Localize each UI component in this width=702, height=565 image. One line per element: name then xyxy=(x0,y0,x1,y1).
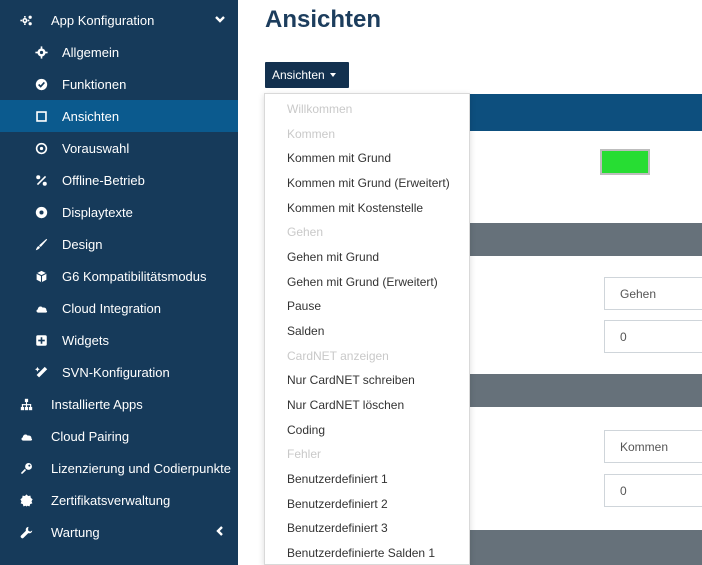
sidebar-item-vorauswahl[interactable]: Vorauswahl xyxy=(0,132,238,164)
menu-item-nur-cardnet-schreiben[interactable]: Nur CardNET schreiben xyxy=(287,373,415,387)
chat-circle-icon xyxy=(33,204,49,220)
sidebar-item-funktionen[interactable]: Funktionen xyxy=(0,68,238,100)
section-bar xyxy=(469,374,702,407)
menu-item-benutzerdefiniert-3[interactable]: Benutzerdefiniert 3 xyxy=(287,521,388,535)
sidebar: App Konfiguration Allgemein Funktionen A… xyxy=(0,0,238,565)
sidebar-item-label: Installierte Apps xyxy=(51,396,143,412)
section-bar xyxy=(469,530,702,565)
menu-item-gehen-mit-grund-erweitert[interactable]: Gehen mit Grund (Erweitert) xyxy=(287,275,438,289)
sidebar-item-label: Ansichten xyxy=(62,108,120,124)
field-value: 0 xyxy=(620,483,627,498)
square-outline-icon xyxy=(33,108,49,124)
sidebar-item-offline-betrieb[interactable]: Offline-Betrieb xyxy=(0,164,238,196)
sidebar-item-cloud-pairing[interactable]: Cloud Pairing xyxy=(0,420,238,452)
cogs-icon xyxy=(18,12,34,28)
sidebar-item-label: Funktionen xyxy=(62,76,127,92)
field-value: Kommen xyxy=(620,439,669,454)
menu-item-gehen: Gehen xyxy=(287,225,324,239)
field-value: 0 xyxy=(620,329,627,344)
page-title: Ansichten xyxy=(265,6,382,33)
gear-icon xyxy=(33,44,49,60)
color-swatch[interactable] xyxy=(600,149,650,175)
menu-item-kommen-mit-grund-erweitert[interactable]: Kommen mit Grund (Erweitert) xyxy=(287,176,450,190)
views-dropdown-menu: Willkommen Kommen Kommen mit Grund Komme… xyxy=(264,93,470,565)
sidebar-item-cloud-integration[interactable]: Cloud Integration xyxy=(0,292,238,324)
key-icon xyxy=(18,460,34,476)
section-bar xyxy=(469,223,702,256)
menu-item-pause[interactable]: Pause xyxy=(287,299,321,313)
sidebar-item-label: Cloud Integration xyxy=(62,300,162,316)
sidebar-item-displaytexte[interactable]: Displaytexte xyxy=(0,196,238,228)
sidebar-item-label: Design xyxy=(62,236,103,252)
wrench-icon xyxy=(18,524,34,540)
cloud-icon xyxy=(33,300,49,316)
sidebar-item-label: Zertifikatsverwaltung xyxy=(51,492,171,508)
sidebar-item-ansichten[interactable]: Ansichten xyxy=(0,100,238,132)
sidebar-item-installierte-apps[interactable]: Installierte Apps xyxy=(0,388,238,420)
menu-item-kommen: Kommen xyxy=(287,127,336,141)
sidebar-item-label: Cloud Pairing xyxy=(51,428,130,444)
main-content: Ansichten Ansichten Gehen 0 Kommen 0 Wil… xyxy=(238,0,702,565)
menu-item-nur-cardnet-loeschen[interactable]: Nur CardNET löschen xyxy=(287,398,404,412)
sidebar-item-label: Offline-Betrieb xyxy=(62,172,145,188)
brush-icon xyxy=(33,236,49,252)
menu-item-willkommen: Willkommen xyxy=(287,102,353,116)
menu-item-salden[interactable]: Salden xyxy=(287,324,324,338)
sidebar-item-widgets[interactable]: Widgets xyxy=(0,324,238,356)
menu-item-kommen-mit-kostenstelle[interactable]: Kommen mit Kostenstelle xyxy=(287,201,423,215)
circle-dot-icon xyxy=(33,140,49,156)
sidebar-item-wartung[interactable]: Wartung xyxy=(0,516,238,548)
menu-item-benutzerdefiniert-2[interactable]: Benutzerdefiniert 2 xyxy=(287,497,388,511)
caret-down-icon xyxy=(329,73,336,77)
sidebar-item-design[interactable]: Design xyxy=(0,228,238,260)
menu-item-benutzerdefinierte-salden-1[interactable]: Benutzerdefinierte Salden 1 xyxy=(287,546,435,560)
select-field[interactable]: Kommen xyxy=(604,430,702,463)
cloud-icon xyxy=(18,428,34,444)
menu-item-kommen-mit-grund[interactable]: Kommen mit Grund xyxy=(287,151,391,165)
sidebar-item-label: SVN-Konfiguration xyxy=(62,364,170,380)
number-field[interactable]: 0 xyxy=(604,320,702,353)
sidebar-item-label: G6 Kompatibilitätsmodus xyxy=(62,268,207,284)
menu-item-coding[interactable]: Coding xyxy=(287,423,325,437)
sidebar-item-label: Vorauswahl xyxy=(62,140,130,156)
sidebar-item-label: Allgemein xyxy=(62,44,120,60)
percent-icon xyxy=(33,172,49,188)
menu-item-fehler: Fehler xyxy=(287,447,322,461)
menu-item-gehen-mit-grund[interactable]: Gehen mit Grund xyxy=(287,250,379,264)
plus-square-icon xyxy=(33,332,49,348)
menu-item-cardnet-anzeigen: CardNET anzeigen xyxy=(287,349,389,363)
section-header-bar xyxy=(469,94,702,131)
menu-item-benutzerdefiniert-1[interactable]: Benutzerdefiniert 1 xyxy=(287,472,388,486)
views-dropdown-button[interactable]: Ansichten xyxy=(265,62,349,88)
sidebar-item-label: App Konfiguration xyxy=(51,12,155,28)
views-dropdown-label: Ansichten xyxy=(272,68,325,82)
magic-icon xyxy=(33,364,49,380)
sidebar-item-allgemein[interactable]: Allgemein xyxy=(0,36,238,68)
sidebar-item-label: Wartung xyxy=(51,524,100,540)
sidebar-item-app-konfiguration[interactable]: App Konfiguration xyxy=(0,4,238,36)
sidebar-item-g6-kompatibilitaetsmodus[interactable]: G6 Kompatibilitätsmodus xyxy=(0,260,238,292)
sitemap-icon xyxy=(18,396,34,412)
sidebar-item-label: Displaytexte xyxy=(62,204,133,220)
sidebar-item-svn-konfiguration[interactable]: SVN-Konfiguration xyxy=(0,356,238,388)
chevron-left-icon[interactable] xyxy=(214,525,228,539)
cube-icon xyxy=(33,268,49,284)
check-circle-icon xyxy=(33,76,49,92)
sidebar-item-lizenzierung[interactable]: Lizenzierung und Codierpunkte xyxy=(0,452,238,484)
select-field[interactable]: Gehen xyxy=(604,277,702,310)
chevron-down-icon[interactable] xyxy=(214,13,228,27)
number-field[interactable]: 0 xyxy=(604,474,702,507)
sidebar-item-label: Widgets xyxy=(62,332,109,348)
sidebar-item-label: Lizenzierung und Codierpunkte xyxy=(51,460,231,476)
sidebar-item-zertifikatsverwaltung[interactable]: Zertifikatsverwaltung xyxy=(0,484,238,516)
field-value: Gehen xyxy=(620,286,657,301)
certificate-icon xyxy=(18,492,34,508)
